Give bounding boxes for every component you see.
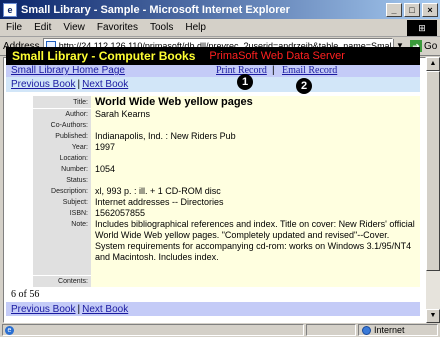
next-book-link[interactable]: Next Book [82,304,128,315]
status-progress [306,324,356,336]
field-value-note: Includes bibliographical references and … [95,219,415,262]
nav-separator: | [77,79,81,90]
ie-icon: e [5,325,14,335]
field-value-year: 1997 [95,142,116,152]
home-link[interactable]: Small Library Home Page [11,65,125,76]
status-bar: e Internet [0,323,440,337]
record-nav-bottom: Previous Book | Next Book [6,302,420,316]
vendor-name: PrimaSoft Web Data Server [209,50,345,62]
menu-file[interactable]: File [0,22,28,33]
page-header: Small Library - Computer Books PrimaSoft… [6,47,420,65]
minimize-button[interactable]: _ [386,2,402,17]
security-zone: Internet [358,324,438,336]
nav-separator: | [272,65,275,76]
field-value-published: Indianapolis, Ind. : New Riders Pub [95,131,236,141]
scroll-down-button[interactable]: ▼ [426,309,440,323]
field-value-number: 1054 [95,164,116,174]
menu-bar: File Edit View Favorites Tools Help ⊞ [0,19,440,37]
top-nav: Small Library Home Page Print Record | E… [6,65,420,77]
window-title: Small Library - Sample - Microsoft Inter… [21,3,290,16]
next-book-link[interactable]: Next Book [82,79,128,90]
scroll-up-button[interactable]: ▲ [426,57,440,71]
field-value-isbn: 1562057855 [95,208,146,218]
maximize-button[interactable]: □ [404,2,420,17]
record-table: Title: World Wide Web yellow pages Autho… [33,96,420,288]
globe-icon [362,325,371,335]
record-nav-top: Previous Book | Next Book [6,77,420,92]
field-value-title: World Wide Web yellow pages [95,96,253,108]
callout-1: 1 [237,74,253,90]
previous-book-link[interactable]: Previous Book [11,304,75,315]
field-label-note: Note: [33,219,91,276]
menu-tools[interactable]: Tools [144,22,179,33]
title-bar: e Small Library - Sample - Microsoft Int… [0,0,440,19]
menu-view[interactable]: View [57,22,91,33]
menu-favorites[interactable]: Favorites [91,22,144,33]
windows-logo-icon: ⊞ [407,19,437,36]
vertical-scrollbar[interactable]: ▲ ▼ [426,57,440,323]
nav-separator: | [77,303,81,315]
menu-edit[interactable]: Edit [28,22,57,33]
field-label-contents: Contents: [33,276,91,288]
callout-2: 2 [296,78,312,94]
scroll-thumb[interactable] [426,71,440,271]
zone-label: Internet [374,325,405,335]
previous-book-link[interactable]: Previous Book [11,79,75,90]
field-value-subject: Internet addresses -- Directories [95,197,224,207]
close-button[interactable]: × [422,2,438,17]
ie-icon: e [3,2,17,17]
go-label: Go [424,40,438,52]
email-record-link[interactable]: Email Record [282,65,337,76]
field-value-author: Sarah Kearns [95,109,151,119]
app-title: Small Library - Computer Books [12,49,196,63]
menu-help[interactable]: Help [179,22,212,33]
field-value-description: xl, 993 p. : ill. + 1 CD-ROM disc [95,186,221,196]
status-message: e [2,324,304,336]
field-label-title: Title: [33,96,91,109]
record-count: 6 of 56 [11,289,40,300]
